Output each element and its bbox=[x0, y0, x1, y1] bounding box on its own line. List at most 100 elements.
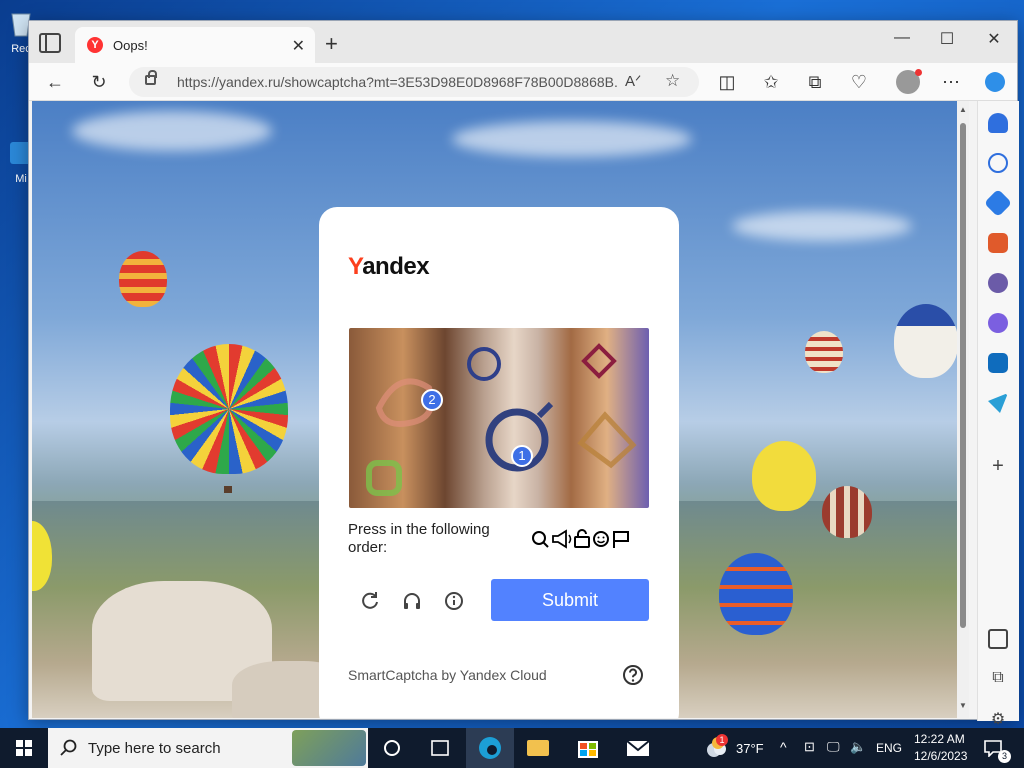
search-icon bbox=[60, 739, 77, 756]
edge-sidebar: + ⧉ ⚙ bbox=[977, 101, 1019, 728]
back-button[interactable]: ← bbox=[43, 70, 67, 94]
language-indicator[interactable]: ENG bbox=[876, 741, 902, 755]
hot-air-balloon bbox=[119, 251, 167, 307]
captcha-shape-refresh[interactable] bbox=[467, 347, 501, 381]
hot-air-balloon bbox=[719, 553, 793, 635]
desktop-icon-label: Mi bbox=[15, 173, 27, 185]
outlook-icon[interactable] bbox=[988, 353, 1008, 373]
meet-now-icon[interactable]: ⊡ bbox=[804, 739, 815, 755]
minimize-button[interactable]: — bbox=[887, 29, 917, 47]
scroll-down-icon[interactable]: ▼ bbox=[959, 701, 967, 710]
collections-icon[interactable]: ⧉ bbox=[803, 70, 827, 94]
megaphone-icon bbox=[552, 529, 572, 549]
edge-icon bbox=[479, 737, 501, 759]
maximize-button[interactable]: ☐ bbox=[932, 29, 962, 49]
address-bar[interactable]: https://yandex.ru/showcaptcha?mt=3E53D98… bbox=[129, 67, 699, 97]
open-external-icon[interactable]: ⧉ bbox=[988, 669, 1008, 689]
captcha-footer[interactable]: SmartCaptcha by Yandex Cloud bbox=[348, 667, 547, 683]
captcha-shape-smiley[interactable] bbox=[366, 460, 402, 496]
captcha-shape-flag[interactable] bbox=[577, 411, 637, 469]
start-button[interactable] bbox=[0, 728, 48, 768]
taskbar-search[interactable]: Type here to search bbox=[48, 728, 368, 768]
show-hidden-icons-chevron-icon[interactable]: ^ bbox=[780, 739, 787, 755]
lock-icon[interactable] bbox=[145, 70, 157, 85]
hot-air-balloon bbox=[752, 441, 816, 511]
task-view-icon[interactable] bbox=[416, 728, 464, 768]
tools-briefcase-icon[interactable] bbox=[988, 233, 1008, 253]
games-icon[interactable] bbox=[988, 273, 1008, 293]
hot-air-balloon bbox=[170, 344, 288, 474]
close-window-button[interactable]: ✕ bbox=[979, 29, 1009, 49]
read-aloud-icon[interactable]: Aᐟ bbox=[625, 72, 641, 90]
profile-avatar[interactable] bbox=[896, 69, 922, 94]
new-tab-button[interactable]: + bbox=[325, 31, 338, 57]
scroll-up-icon[interactable]: ▲ bbox=[959, 105, 967, 114]
captcha-card: Yandex 2 1 Press in the following order: bbox=[319, 207, 679, 718]
audio-captcha-icon[interactable] bbox=[401, 590, 423, 612]
captcha-image-shapes bbox=[366, 343, 637, 496]
settings-gear-icon[interactable]: ⚙ bbox=[988, 709, 1008, 729]
add-icon[interactable]: + bbox=[988, 456, 1008, 476]
taskbar-file-explorer[interactable] bbox=[514, 728, 562, 768]
task-view-frames-icon bbox=[431, 740, 449, 756]
search-placeholder[interactable]: Type here to search bbox=[88, 740, 221, 757]
favorite-star-icon[interactable]: ☆ bbox=[665, 71, 680, 91]
favorites-icon[interactable]: ✩ bbox=[759, 70, 783, 94]
browser-toolbar: ← ↻ https://yandex.ru/showcaptcha?mt=3E5… bbox=[29, 63, 1017, 101]
folder-icon bbox=[527, 740, 549, 756]
browser-essentials-icon[interactable]: ♡ bbox=[847, 70, 871, 94]
captcha-order-icons bbox=[532, 529, 629, 549]
tab-actions-icon[interactable] bbox=[39, 33, 61, 53]
send-icon[interactable] bbox=[988, 393, 1008, 413]
taskbar-edge[interactable] bbox=[466, 728, 514, 768]
unlock-icon bbox=[574, 529, 590, 548]
clock-date[interactable]: 12/6/2023 bbox=[914, 749, 967, 763]
tab-oops[interactable]: Y Oops! ✕ bbox=[75, 27, 315, 63]
network-icon[interactable]: 🖵 bbox=[827, 739, 840, 755]
hot-air-balloon bbox=[805, 331, 843, 373]
cortana-circle-icon bbox=[384, 740, 400, 756]
search-icon[interactable] bbox=[988, 153, 1008, 173]
weather-alert-badge: 1 bbox=[716, 734, 728, 746]
tab-close-icon[interactable]: ✕ bbox=[292, 36, 305, 56]
tab-bar: Y Oops! ✕ + — ☐ ✕ bbox=[29, 21, 1017, 63]
split-screen-icon[interactable]: ◫ bbox=[715, 70, 739, 94]
search-highlight-image bbox=[292, 730, 366, 766]
taskbar-store[interactable] bbox=[564, 728, 612, 768]
captcha-image[interactable]: 2 1 bbox=[349, 328, 649, 508]
shopping-tag-icon[interactable] bbox=[983, 188, 1013, 218]
notifications-bell-icon[interactable] bbox=[988, 113, 1008, 133]
hot-air-balloon bbox=[894, 304, 957, 378]
weather-temp[interactable]: 37°F bbox=[736, 741, 764, 756]
notification-count-badge: 3 bbox=[998, 750, 1011, 763]
hot-air-balloon bbox=[822, 486, 872, 538]
volume-muted-icon[interactable]: 🔈 bbox=[850, 739, 866, 755]
refresh-captcha-icon[interactable] bbox=[359, 590, 381, 612]
microsoft-365-icon[interactable] bbox=[988, 313, 1008, 333]
refresh-button[interactable]: ↻ bbox=[87, 70, 111, 94]
vertical-scrollbar[interactable]: ▲ ▼ bbox=[957, 101, 969, 718]
captcha-instruction: Press in the following order: bbox=[348, 521, 490, 556]
flag-icon bbox=[613, 531, 629, 548]
yandex-favicon-icon: Y bbox=[87, 37, 103, 53]
yandex-logo-text: andex bbox=[362, 253, 430, 280]
click-marker-1[interactable]: 1 bbox=[511, 445, 533, 467]
submit-button[interactable]: Submit bbox=[491, 579, 649, 621]
captcha-shape-link[interactable] bbox=[581, 343, 617, 379]
search-icon bbox=[532, 531, 549, 548]
taskbar-mail[interactable] bbox=[614, 728, 662, 768]
copilot-icon[interactable] bbox=[983, 70, 1007, 94]
info-icon[interactable] bbox=[443, 590, 465, 612]
task-view-button[interactable] bbox=[368, 728, 416, 768]
scrollbar-thumb[interactable] bbox=[960, 123, 966, 628]
yandex-logo: Yandex bbox=[348, 253, 430, 281]
help-icon[interactable] bbox=[622, 664, 644, 686]
clock-time[interactable]: 12:22 AM bbox=[914, 732, 965, 746]
more-menu-icon[interactable]: ⋯ bbox=[939, 70, 963, 94]
click-marker-2[interactable]: 2 bbox=[421, 389, 443, 411]
store-bag-icon bbox=[578, 741, 598, 758]
windows-logo-icon bbox=[16, 740, 32, 756]
balloon-basket bbox=[224, 486, 232, 493]
address-url[interactable]: https://yandex.ru/showcaptcha?mt=3E53D98… bbox=[177, 74, 617, 90]
hide-sidebar-icon[interactable] bbox=[988, 629, 1008, 649]
